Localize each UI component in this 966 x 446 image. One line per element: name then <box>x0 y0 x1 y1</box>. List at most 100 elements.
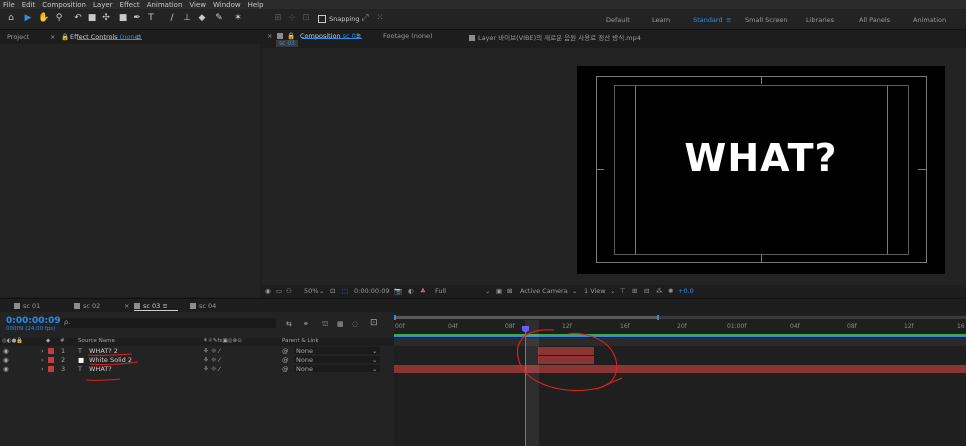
view-axis-icon[interactable]: ⊡ <box>300 12 312 24</box>
tab-sc-04-label: sc 04 <box>199 302 217 310</box>
rectangle-tool-icon[interactable]: ■ <box>117 12 129 24</box>
composition-frame[interactable]: WHAT? <box>577 66 945 274</box>
comp-color-swatch <box>277 32 286 40</box>
menu-view[interactable]: View <box>189 1 206 9</box>
channel-icon[interactable]: ♣ <box>420 287 426 295</box>
timecode-display[interactable]: 0:00:00:09 <box>354 287 390 295</box>
pan-behind-tool-icon[interactable]: ✣ <box>100 12 112 24</box>
snapshot-icon[interactable]: 📷 <box>394 287 402 295</box>
menu-animation[interactable]: Animation <box>147 1 183 9</box>
camera-dropdown[interactable]: Active Camera <box>520 287 568 295</box>
snap-options-icon[interactable]: ⤢ <box>359 12 371 24</box>
tab-layer[interactable]: Layer 바이브(VIBE)의 새로운 음원 사용료 정산 방식.mp4 <box>469 32 641 42</box>
zoom-chevron-icon[interactable]: ⌄ <box>319 287 324 295</box>
eraser-tool-icon[interactable]: ◆ <box>196 12 208 24</box>
tab-sc-04[interactable]: sc 04 <box>190 302 216 310</box>
roto-brush-tool-icon[interactable]: ✎ <box>213 12 225 24</box>
rotate-tool-icon[interactable]: ↶ <box>72 12 84 24</box>
workspace-small-screen[interactable]: Small Screen <box>745 16 787 24</box>
menu-help[interactable]: Help <box>248 1 264 9</box>
tab-sc-03-label: sc 03 <box>143 302 161 310</box>
hand-tool-icon[interactable]: ✋ <box>38 12 50 24</box>
views-dropdown[interactable]: 1 View <box>584 287 606 295</box>
views-chevron-icon[interactable]: ⌄ <box>610 287 615 295</box>
type-tool-icon[interactable]: T <box>145 12 157 24</box>
comp-tab-underline <box>302 38 362 39</box>
local-axis-icon[interactable]: ⊞ <box>272 12 284 24</box>
fast-preview-icon[interactable]: ⊞ <box>632 287 637 295</box>
exposure-icon[interactable]: ✺ <box>668 287 673 295</box>
sc01-swatch <box>14 303 20 309</box>
puppet-tool-icon[interactable]: ✶ <box>232 12 244 24</box>
composition-footer: ◉ ▭ ⚇ 50% ⌄ ⊡ ⬚ 0:00:00:09 📷 ◐ ♣ Full ⌄ … <box>262 285 966 297</box>
exposure-value[interactable]: +0.0 <box>678 287 694 295</box>
workspace-learn[interactable]: Learn <box>652 16 670 24</box>
flowchart-icon[interactable]: ⁂ <box>656 287 663 295</box>
brush-tool-icon[interactable]: / <box>166 12 178 24</box>
selection-tool-icon[interactable]: ▶ <box>22 12 34 24</box>
workspace-libraries[interactable]: Libraries <box>806 16 834 24</box>
center-mark-bottom <box>761 255 762 263</box>
sc03-swatch <box>134 303 140 309</box>
show-snapshot-icon[interactable]: ◐ <box>408 287 414 295</box>
snapping-label: Snapping <box>329 15 360 23</box>
snapping-checkbox[interactable] <box>318 15 326 23</box>
toggle-pixel-icon[interactable]: ⊤ <box>620 287 626 295</box>
monitor-icon[interactable]: ▭ <box>276 287 282 295</box>
camera-chevron-icon[interactable]: ⌄ <box>572 287 577 295</box>
pen-tool-icon[interactable]: ✒ <box>131 12 143 24</box>
zoom-tool-icon[interactable]: ⚲ <box>53 12 65 24</box>
sc04-swatch <box>190 303 196 309</box>
left-panel-tabbar: Project × 🔒 Effect Controls (none) ≡ <box>0 30 260 44</box>
center-mark-top <box>761 76 762 84</box>
tab-sc-03-close-icon[interactable]: × <box>124 302 129 310</box>
fit-icon[interactable]: ⊡ <box>330 287 335 295</box>
tab-footage[interactable]: Footage (none) <box>383 32 433 40</box>
transparency-grid-icon[interactable]: ⊠ <box>507 287 512 295</box>
tab-sc-03-menu-icon[interactable]: ≡ <box>162 302 167 310</box>
roi-icon[interactable]: ▣ <box>496 287 502 295</box>
menu-file[interactable]: File <box>3 1 15 9</box>
lock-icon[interactable]: 🔒 <box>61 33 69 41</box>
comp-close-icon[interactable]: × <box>267 32 272 40</box>
workspace-animation[interactable]: Animation <box>913 16 946 24</box>
vr-icon[interactable]: ⚇ <box>286 287 292 295</box>
workspace-default[interactable]: Default <box>606 16 630 24</box>
tab-sc-02[interactable]: sc 02 <box>74 302 100 310</box>
clone-stamp-tool-icon[interactable]: ⊥ <box>181 12 193 24</box>
close-icon[interactable]: × <box>50 33 55 41</box>
resolution-chevron-icon[interactable]: ⌄ <box>485 287 490 295</box>
comp-lock-icon[interactable]: 🔒 <box>287 32 295 40</box>
tab-sc-03[interactable]: sc 03 ≡ <box>134 302 168 310</box>
tool-bar: ⌂ ▶ ✋ ⚲ ↶ ■ ✣ ■ ✒ T / ⊥ ◆ ✎ ✶ ⊞ ⊹ ⊡ Snap… <box>0 9 966 30</box>
layer-color-swatch <box>469 35 475 41</box>
region-icon[interactable]: ⬚ <box>342 287 348 295</box>
tab-sc-01[interactable]: sc 01 <box>14 302 40 310</box>
menu-edit[interactable]: Edit <box>22 1 36 9</box>
tab-footage-label: Footage <box>383 32 410 40</box>
menu-layer[interactable]: Layer <box>93 1 113 9</box>
tab-project[interactable]: Project <box>7 33 29 41</box>
workspace-menu-icon[interactable]: ≡ <box>726 16 731 24</box>
annotation-circle <box>517 329 623 392</box>
menu-bar: File Edit Composition Layer Effect Anima… <box>0 0 966 9</box>
tab-footage-value: (none) <box>411 32 433 40</box>
preview-text[interactable]: WHAT? <box>577 136 945 180</box>
timeline-icon[interactable]: ⊟ <box>644 287 649 295</box>
breadcrumb[interactable]: sc 03 <box>276 40 298 47</box>
resolution-dropdown[interactable]: Full <box>435 287 446 295</box>
timeline-layer-panel: 0:00:00:09 00009 (24.00 fps) ρ. ⇆ ⚭ ⛫ ▦ … <box>0 312 394 446</box>
home-icon[interactable]: ⌂ <box>5 12 17 24</box>
workspace-all-panels[interactable]: All Panels <box>859 16 890 24</box>
menu-composition[interactable]: Composition <box>42 1 86 9</box>
timeline-graph[interactable]: 00f 04f 08f 12f 16f 20f 01:00f 04f 08f 1… <box>394 312 966 446</box>
always-preview-icon[interactable]: ◉ <box>265 287 271 295</box>
menu-effect[interactable]: Effect <box>120 1 140 9</box>
zoom-dropdown[interactable]: 50% <box>304 287 318 295</box>
world-axis-icon[interactable]: ⊹ <box>286 12 298 24</box>
composition-tabbar: × 🔒 Composition sc 03 ≡ Footage (none) L… <box>262 30 966 48</box>
snap-grid-icon[interactable]: ⁙ <box>374 12 386 24</box>
workspace-standard[interactable]: Standard <box>693 16 723 24</box>
camera-tool-icon[interactable]: ■ <box>86 12 98 24</box>
menu-window[interactable]: Window <box>213 1 241 9</box>
